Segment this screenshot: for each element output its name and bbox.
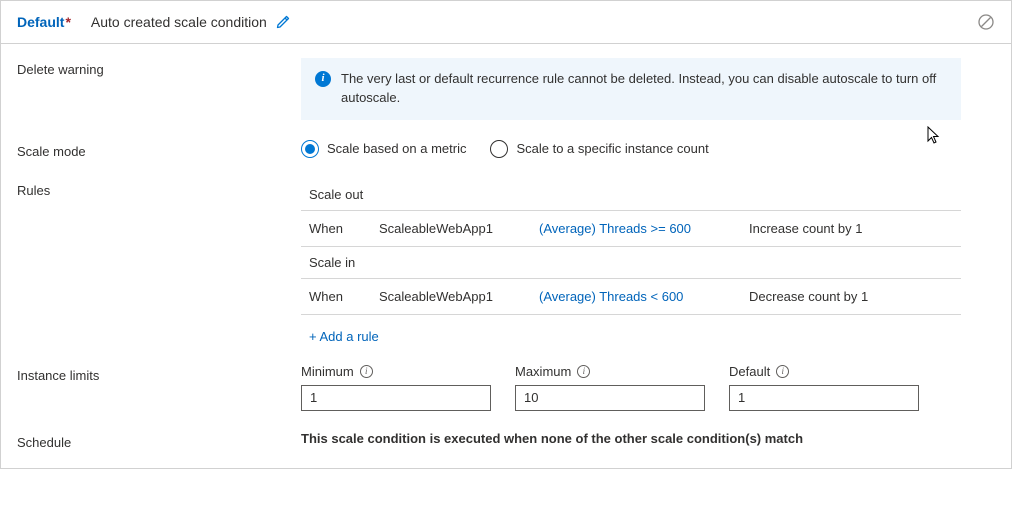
row-instance-limits: Instance limits Minimum i Maximum i bbox=[17, 364, 995, 411]
info-icon[interactable]: i bbox=[577, 365, 590, 378]
info-icon: i bbox=[315, 71, 331, 87]
minimum-field: Minimum i bbox=[301, 364, 491, 411]
radio-fixed[interactable]: Scale to a specific instance count bbox=[490, 140, 708, 158]
rule-row-in[interactable]: When ScaleableWebApp1 (Average) Threads … bbox=[301, 279, 961, 315]
row-scale-mode: Scale mode Scale based on a metric Scale… bbox=[17, 140, 995, 159]
panel-header: Default* Auto created scale condition bbox=[1, 1, 1011, 44]
row-rules: Rules Scale out When ScaleableWebApp1 (A… bbox=[17, 179, 995, 344]
default-label: Default bbox=[729, 364, 770, 379]
instance-limits-group: Minimum i Maximum i De bbox=[301, 364, 995, 411]
rule-condition: (Average) Threads >= 600 bbox=[539, 221, 749, 236]
minimum-label: Minimum bbox=[301, 364, 354, 379]
info-icon[interactable]: i bbox=[776, 365, 789, 378]
row-schedule: Schedule This scale condition is execute… bbox=[17, 431, 995, 450]
label-instance-limits: Instance limits bbox=[17, 364, 301, 383]
row-delete-warning: Delete warning i The very last or defaul… bbox=[17, 58, 995, 120]
condition-subtitle: Auto created scale condition bbox=[91, 14, 267, 30]
add-rule-button[interactable]: + Add a rule bbox=[301, 315, 961, 344]
rule-resource: ScaleableWebApp1 bbox=[379, 289, 539, 304]
schedule-text: This scale condition is executed when no… bbox=[301, 431, 803, 446]
rule-action: Decrease count by 1 bbox=[749, 289, 929, 304]
condition-name[interactable]: Default* bbox=[17, 14, 71, 30]
scale-mode-radio-group: Scale based on a metric Scale to a speci… bbox=[301, 140, 995, 158]
label-scale-mode: Scale mode bbox=[17, 140, 301, 159]
maximum-label: Maximum bbox=[515, 364, 571, 379]
rules-section-out: Scale out bbox=[301, 179, 961, 211]
label-schedule: Schedule bbox=[17, 431, 301, 450]
rules-table: Scale out When ScaleableWebApp1 (Average… bbox=[301, 179, 961, 344]
disable-icon[interactable] bbox=[977, 13, 995, 31]
minimum-input[interactable] bbox=[301, 385, 491, 411]
default-field: Default i bbox=[729, 364, 919, 411]
rule-condition: (Average) Threads < 600 bbox=[539, 289, 749, 304]
rule-when: When bbox=[309, 221, 379, 236]
infobar-text: The very last or default recurrence rule… bbox=[341, 70, 947, 108]
panel-body: Delete warning i The very last or defaul… bbox=[1, 44, 1011, 468]
rule-action: Increase count by 1 bbox=[749, 221, 929, 236]
condition-name-text: Default bbox=[17, 14, 64, 30]
label-rules: Rules bbox=[17, 179, 301, 198]
info-icon[interactable]: i bbox=[360, 365, 373, 378]
rule-resource: ScaleableWebApp1 bbox=[379, 221, 539, 236]
radio-icon bbox=[490, 140, 508, 158]
radio-fixed-label: Scale to a specific instance count bbox=[516, 141, 708, 156]
delete-warning-infobar: i The very last or default recurrence ru… bbox=[301, 58, 961, 120]
radio-icon bbox=[301, 140, 319, 158]
radio-metric[interactable]: Scale based on a metric bbox=[301, 140, 466, 158]
scale-condition-panel: Default* Auto created scale condition De… bbox=[0, 0, 1012, 469]
radio-metric-label: Scale based on a metric bbox=[327, 141, 466, 156]
required-mark: * bbox=[65, 14, 70, 30]
maximum-field: Maximum i bbox=[515, 364, 705, 411]
default-input[interactable] bbox=[729, 385, 919, 411]
rules-section-in: Scale in bbox=[301, 247, 961, 279]
edit-icon[interactable] bbox=[275, 14, 291, 30]
rule-when: When bbox=[309, 289, 379, 304]
maximum-input[interactable] bbox=[515, 385, 705, 411]
rule-row-out[interactable]: When ScaleableWebApp1 (Average) Threads … bbox=[301, 211, 961, 247]
label-delete-warning: Delete warning bbox=[17, 58, 301, 77]
